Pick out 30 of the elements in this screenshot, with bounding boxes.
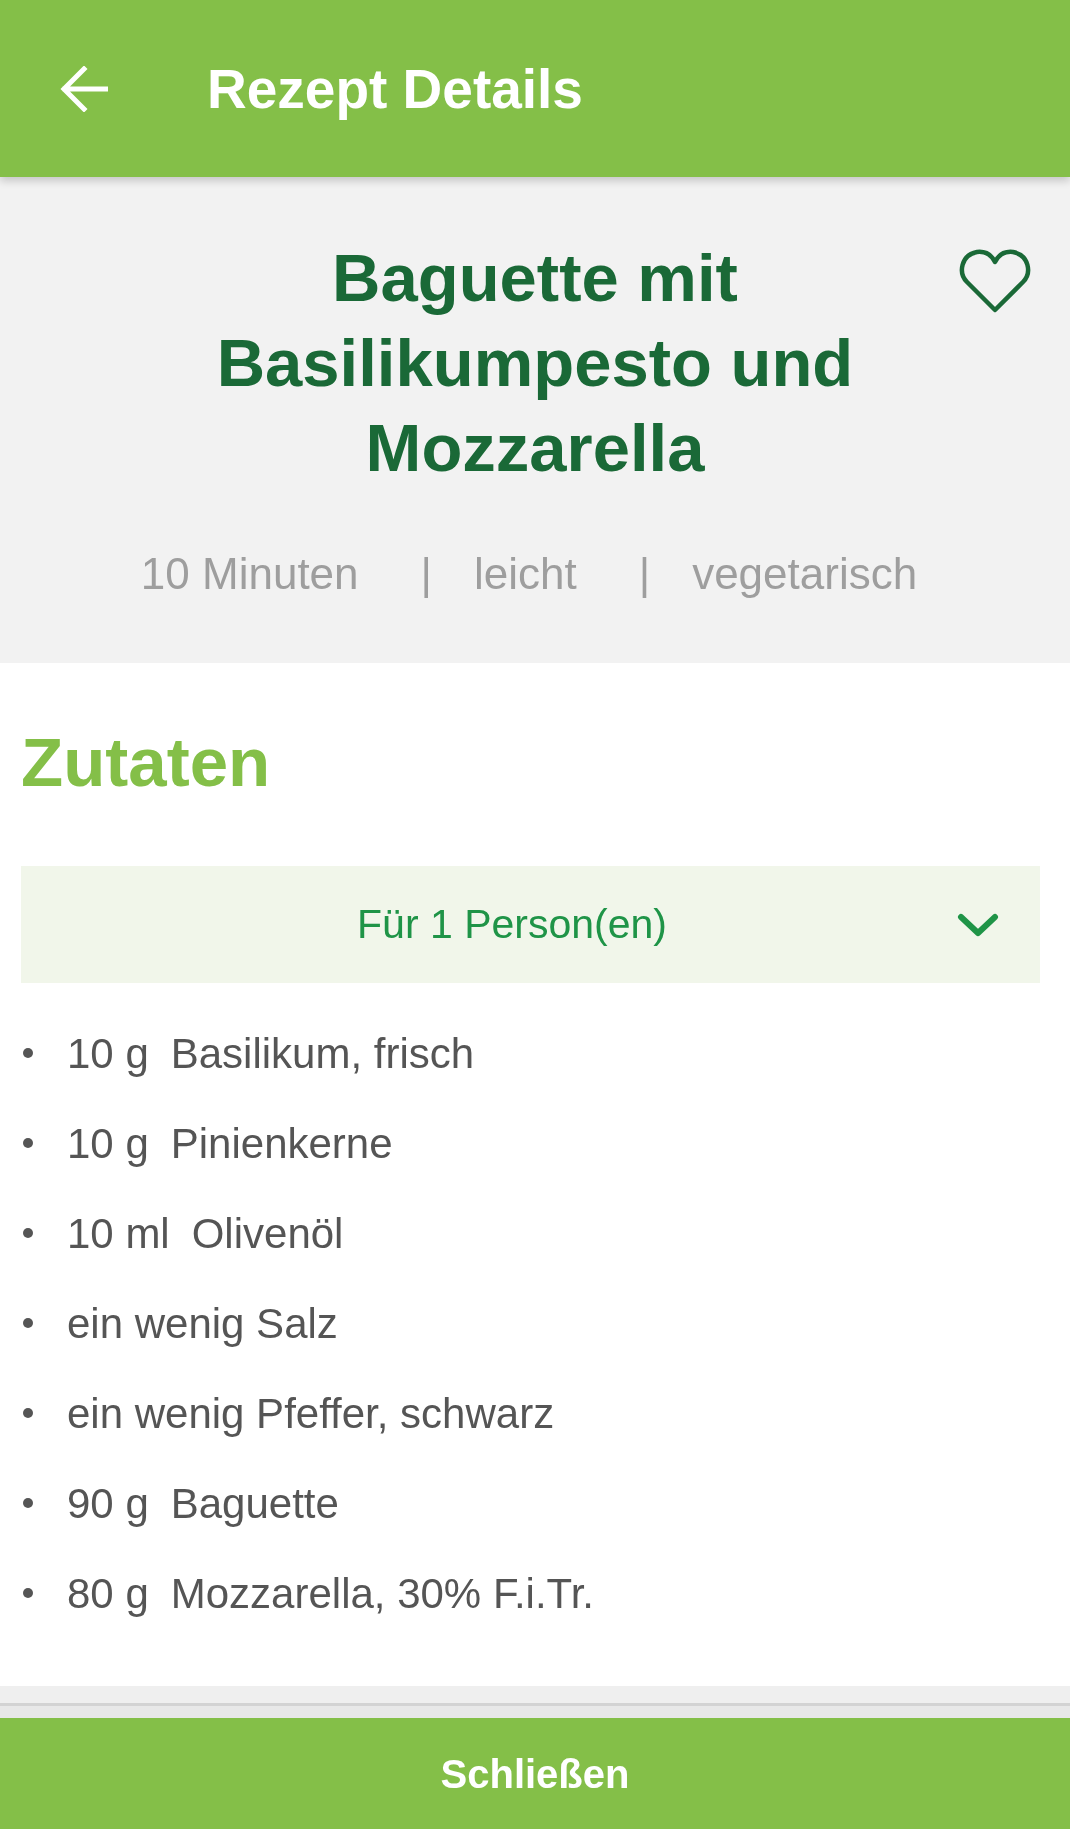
bullet-icon — [23, 1408, 33, 1418]
separator: | — [638, 548, 651, 600]
ingredient-name: Pinienkerne — [170, 1118, 393, 1169]
ingredient-amount: 80 g — [67, 1568, 149, 1619]
section-heading: Zutaten — [21, 723, 272, 803]
bullet-icon — [23, 1228, 33, 1238]
ingredient-amount: 90 g — [67, 1478, 149, 1529]
ingredient-amount: 10 g — [67, 1028, 149, 1079]
ingredient-amount: 10 ml — [67, 1208, 170, 1259]
ingredient-name: Basilikum, frisch — [170, 1028, 475, 1079]
ingredient-name: Mozzarella, 30% F.i.Tr. — [170, 1568, 594, 1619]
close-button[interactable]: Schließen — [0, 1718, 1070, 1829]
recipe-info: leicht — [474, 548, 577, 600]
recipe-info: 10 Minuten — [140, 548, 359, 600]
separator: | — [420, 548, 432, 600]
ingredient-name: Olivenöl — [191, 1208, 344, 1259]
ingredient-name: ein wenig Pfeffer, schwarz — [67, 1388, 555, 1439]
bullet-icon — [23, 1048, 33, 1058]
bullet-icon — [23, 1138, 33, 1148]
ingredient-name: ein wenig Salz — [67, 1298, 338, 1349]
heart-icon[interactable] — [959, 247, 1031, 315]
bullet-icon — [23, 1498, 33, 1508]
servings-dropdown[interactable]: Für 1 Person(en) — [21, 866, 1040, 983]
ingredient-amount: 10 g — [67, 1118, 149, 1169]
bullet-icon — [23, 1588, 33, 1598]
recipe-title: Baguette mit Basilikumpesto und Mozzarella — [215, 239, 855, 487]
bullet-icon — [23, 1318, 33, 1328]
screen-title: Rezept Details — [207, 56, 583, 122]
recipe-info: vegetarisch — [692, 548, 918, 600]
ingredient-name: Baguette — [170, 1478, 339, 1529]
